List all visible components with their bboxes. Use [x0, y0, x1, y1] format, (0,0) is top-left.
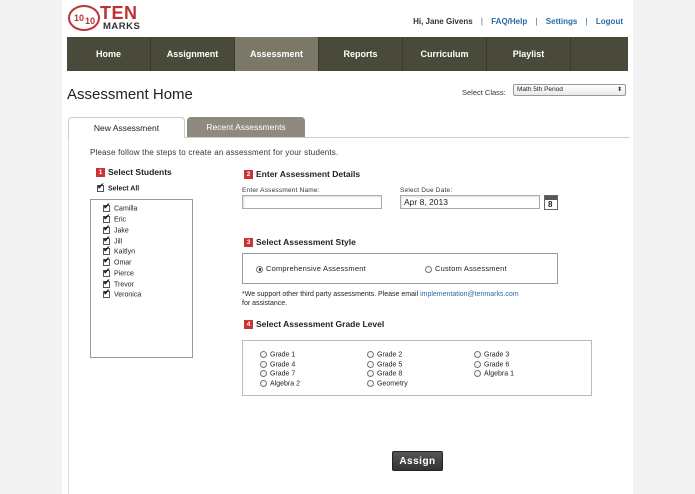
grade-radio[interactable]: Grade 8: [367, 370, 402, 377]
nav-tab-curriculum[interactable]: Curriculum: [403, 37, 487, 71]
grade-radio[interactable]: Grade 5: [367, 361, 402, 368]
grade-radio[interactable]: Grade 2: [367, 351, 402, 358]
grade-radio[interactable]: Grade 1: [260, 351, 295, 358]
calendar-icon[interactable]: 8: [544, 195, 558, 210]
checkbox-checked-icon: [103, 266, 111, 277]
logo-text: TEN: [100, 3, 138, 23]
intro-text: Please follow the steps to create an ass…: [90, 148, 339, 157]
radio-icon: [474, 361, 481, 368]
third-party-note: *We support other third party assessment…: [242, 291, 519, 307]
user-greeting: Hi, Jane Givens: [413, 17, 473, 26]
radio-icon: [367, 351, 374, 358]
nav-tab-playlist[interactable]: Playlist: [487, 37, 571, 71]
radio-icon: [260, 380, 267, 387]
faq-help-link[interactable]: FAQ/Help: [491, 17, 527, 26]
checkbox-checked-icon: [103, 201, 111, 212]
style-custom-radio[interactable]: Custom Assessment: [425, 264, 507, 273]
page-title: Assessment Home: [67, 86, 193, 103]
select-class-label: Select Class:: [462, 88, 506, 97]
step-number: 2: [244, 170, 253, 180]
class-select-value: Math 5th Period: [517, 86, 563, 93]
logout-link[interactable]: Logout: [596, 17, 623, 26]
grade-radio[interactable]: Grade 3: [474, 351, 509, 358]
style-options-box: Comprehensive Assessment Custom Assessme…: [242, 253, 558, 284]
radio-selected-icon: [256, 265, 263, 273]
grade-radio[interactable]: Grade 7: [260, 370, 295, 377]
step-select-grade: 4 Select Assessment Grade Level: [244, 319, 384, 330]
step-number: 4: [244, 320, 253, 330]
radio-icon: [474, 351, 481, 358]
radio-icon: [474, 370, 481, 377]
nav-tab-home[interactable]: Home: [67, 37, 151, 71]
assessment-name-input[interactable]: [242, 195, 382, 209]
grade-radio[interactable]: Algebra 2: [260, 380, 300, 387]
tab-new-assessment[interactable]: New Assessment: [68, 117, 185, 138]
nav-tab-assessment[interactable]: Assessment: [235, 37, 319, 71]
step-number: 3: [244, 238, 253, 248]
tab-recent-assessments[interactable]: Recent Assessments: [187, 117, 305, 137]
chevron-updown-icon: ⬍: [616, 87, 622, 93]
radio-icon: [260, 351, 267, 358]
checkbox-checked-icon: [103, 223, 111, 234]
assign-button[interactable]: Assign: [392, 451, 443, 471]
class-select[interactable]: Math 5th Period ⬍: [513, 84, 626, 96]
support-email-link[interactable]: implementation@tenmarks.com: [420, 291, 519, 298]
radio-icon: [367, 370, 374, 377]
nav-tab-assignment[interactable]: Assignment: [151, 37, 235, 71]
grade-radio[interactable]: Algebra 1: [474, 370, 514, 377]
nav-tab-reports[interactable]: Reports: [319, 37, 403, 71]
students-list[interactable]: Camilla Eric Jake Jill Kaitlyn Omar Pier…: [90, 199, 193, 358]
radio-icon: [425, 265, 432, 273]
assessment-name-label: Enter Assessment Name:: [242, 187, 320, 194]
student-item[interactable]: Veronica: [103, 287, 141, 298]
tenmarks-logo[interactable]: 10 10 TEN MARKS: [68, 3, 141, 32]
step-select-students: 1 Select Students: [96, 167, 172, 178]
checkbox-checked-icon: [103, 244, 111, 255]
checkbox-checked-icon: [103, 255, 111, 266]
logo-emblem: 10 10: [68, 5, 100, 31]
checkbox-checked-icon: [97, 181, 105, 192]
radio-icon: [367, 361, 374, 368]
checkbox-checked-icon: [103, 212, 111, 223]
due-date-input[interactable]: Apr 8, 2013: [400, 195, 540, 209]
step-select-style: 3 Select Assessment Style: [244, 237, 356, 248]
style-comprehensive-radio[interactable]: Comprehensive Assessment: [256, 264, 366, 273]
main-nav: Home Assignment Assessment Reports Curri…: [67, 37, 628, 71]
radio-icon: [367, 380, 374, 387]
settings-link[interactable]: Settings: [546, 17, 578, 26]
step-enter-details: 2 Enter Assessment Details: [244, 169, 360, 180]
select-all-checkbox[interactable]: Select All: [97, 181, 139, 192]
radio-icon: [260, 361, 267, 368]
grade-radio[interactable]: Grade 6: [474, 361, 509, 368]
nav-filler: [571, 37, 628, 71]
step-number: 1: [96, 168, 105, 178]
top-links: Hi, Jane Givens | FAQ/Help | Settings | …: [413, 17, 623, 26]
due-date-label: Select Due Date:: [400, 187, 453, 194]
logo-subtext: MARKS: [103, 21, 141, 32]
grade-radio[interactable]: Geometry: [367, 380, 408, 387]
checkbox-checked-icon: [103, 287, 111, 298]
grade-options-box: Grade 1 Grade 2 Grade 3 Grade 4 Grade 5 …: [242, 340, 592, 396]
radio-icon: [260, 370, 267, 377]
grade-radio[interactable]: Grade 4: [260, 361, 295, 368]
